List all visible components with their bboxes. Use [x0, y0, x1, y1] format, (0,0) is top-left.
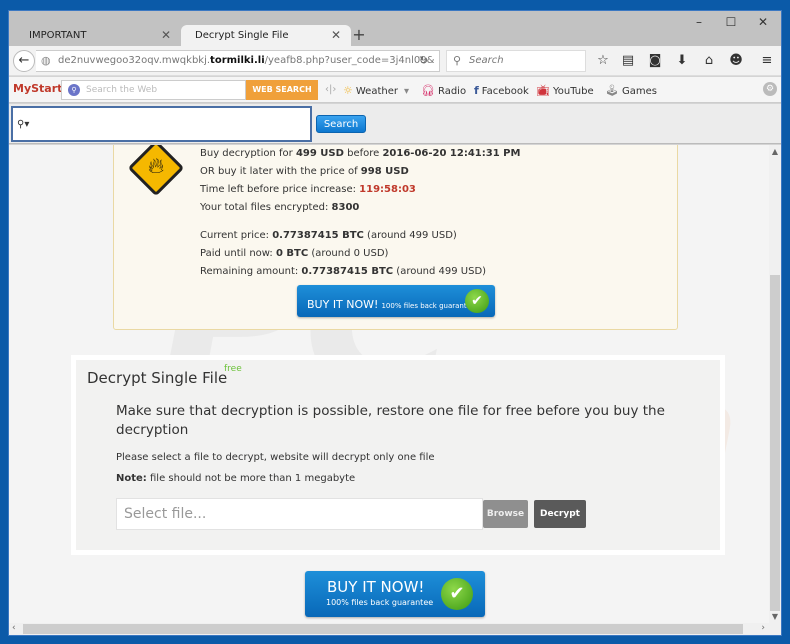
checkmark-icon: ✔	[465, 289, 489, 313]
close-tab-icon[interactable]: ✕	[161, 28, 171, 42]
page-content: PC risk.com 🔥︎ Buy decryption for 499 US…	[9, 145, 769, 623]
tv-icon: 📺︎	[536, 84, 550, 97]
maximize-icon[interactable]: ☐	[721, 15, 741, 29]
price-line: Buy decryption for 499 USD before 2016-0…	[200, 148, 521, 159]
url-prefix: de2nuvwegoo32oqv.mwqkbkj.	[58, 55, 211, 66]
horizontal-scroll-thumb[interactable]	[23, 624, 743, 634]
joystick-icon: 🕹︎	[605, 84, 619, 97]
current-price-line: Current price: 0.77387415 BTC (around 49…	[200, 230, 457, 241]
scroll-left-icon[interactable]: ‹	[12, 623, 16, 633]
toolbar-youtube[interactable]: 📺︎ YouTube	[536, 84, 594, 97]
tab-label: IMPORTANT	[29, 30, 87, 41]
sun-icon: ☼	[343, 84, 353, 97]
facebook-label: Facebook	[481, 86, 529, 97]
close-icon[interactable]: ✕	[753, 15, 773, 29]
code-divider-icon: ‹|›	[325, 84, 337, 95]
decrypt-single-file-panel: Decrypt Single File free Make sure that …	[71, 355, 725, 555]
pocket-icon[interactable]: ◙	[646, 53, 664, 68]
mystart-search-placeholder: Search the Web	[86, 85, 158, 95]
later-price-line: OR buy it later with the price of 998 US…	[200, 166, 409, 177]
buy-now-sublabel: 100% files back guarantee	[381, 302, 476, 310]
mystart-search-input[interactable]: ⚲ Search the Web	[61, 80, 246, 100]
free-badge: free	[224, 364, 242, 374]
url-domain: tormilki.li	[210, 55, 265, 66]
toolbar-games[interactable]: 🕹︎ Games	[605, 84, 657, 97]
files-encrypted-line: Your total files encrypted: 8300	[200, 202, 360, 213]
browse-button[interactable]: Browse	[483, 500, 528, 528]
radio-label: Radio	[437, 86, 467, 97]
url-path: /yeafb8.php?user_code=3j4nl09&	[264, 55, 435, 66]
remaining-line: Remaining amount: 0.77387415 BTC (around…	[200, 266, 487, 277]
file-size-note: Note: file should not be more than 1 meg…	[116, 473, 356, 484]
panel-lead-text: Make sure that decryption is possible, r…	[116, 403, 665, 438]
mystart-logo[interactable]: MyStart	[13, 82, 62, 95]
select-file-instructions: Please select a file to decrypt, website…	[116, 452, 435, 463]
navigation-bar: ← ◍ de2nuvwegoo32oqv.mwqkbkj.tormilki.li…	[9, 46, 781, 76]
select-file-input[interactable]: Select file...	[116, 498, 483, 530]
youtube-label: YouTube	[552, 86, 594, 97]
download-icon[interactable]: ⬇	[673, 53, 691, 68]
plus-icon[interactable]: +	[349, 25, 369, 44]
toolbar-weather[interactable]: ☼ Weather ▾	[343, 84, 409, 97]
paid-line: Paid until now: 0 BTC (around 0 USD)	[200, 248, 389, 259]
countdown-timer: 119:58:03	[359, 184, 416, 195]
weather-label: Weather	[355, 86, 398, 97]
mystart-logo-text: MyStart	[13, 82, 63, 95]
custom-search-input[interactable]: ⚲▾	[11, 106, 312, 142]
home-icon[interactable]: ⌂	[700, 53, 718, 68]
payment-panel: 🔥︎ Buy decryption for 499 USD before 201…	[113, 145, 678, 330]
close-tab-icon[interactable]: ✕	[331, 28, 341, 42]
vertical-scroll-thumb[interactable]	[770, 275, 780, 611]
buy-now-large-button[interactable]: BUY IT NOW! 100% files back guarantee ✔	[305, 571, 485, 617]
web-search-button[interactable]: WEB SEARCH	[246, 80, 318, 100]
smiley-icon[interactable]: ☻	[727, 53, 745, 68]
tab-label: Decrypt Single File	[195, 30, 289, 41]
scroll-up-icon[interactable]: ▲	[769, 147, 781, 156]
checkmark-icon: ✔	[441, 578, 473, 610]
back-arrow-icon[interactable]: ←	[13, 50, 35, 72]
buy-now-button[interactable]: BUY IT NOW! 100% files back guarantee ✔	[297, 285, 495, 317]
payment-details: Buy decryption for 499 USD before 2016-0…	[200, 145, 520, 281]
tab-important[interactable]: IMPORTANT ✕	[11, 25, 181, 46]
timer-line: Time left before price increase: 119:58:…	[200, 184, 416, 195]
chevron-down-icon[interactable]: ▾	[404, 86, 409, 97]
gear-icon[interactable]: ⚙	[763, 82, 777, 96]
games-label: Games	[621, 86, 657, 97]
search-icon: ⚲▾	[17, 119, 30, 130]
url-bar[interactable]: ◍ de2nuvwegoo32oqv.mwqkbkj.tormilki.li/y…	[36, 50, 440, 72]
browser-window: IMPORTANT ✕ Decrypt Single File ✕ + – ☐ …	[8, 10, 782, 636]
search-icon: ⚲	[453, 54, 462, 67]
scroll-down-icon[interactable]: ▼	[769, 612, 781, 621]
vertical-scrollbar[interactable]: ▲ ▼	[769, 145, 781, 623]
menu-icon[interactable]: ≡	[758, 53, 776, 68]
scroll-right-icon[interactable]: ›	[761, 623, 765, 633]
search-icon: ⚲	[68, 84, 80, 96]
toolbar-radio[interactable]: 🎧︎ Radio	[421, 84, 466, 97]
facebook-icon: f	[474, 84, 479, 97]
toolbar-facebook[interactable]: f Facebook	[474, 84, 529, 97]
mystart-toolbar: MyStart ⚲ Search the Web WEB SEARCH ‹|› …	[9, 77, 781, 103]
bookmark-star-icon[interactable]: ☆	[594, 53, 612, 68]
custom-search-button[interactable]: Search	[316, 115, 366, 133]
decrypt-button[interactable]: Decrypt	[534, 500, 586, 528]
reload-icon[interactable]: ↻	[419, 54, 428, 67]
globe-icon: ◍	[41, 54, 51, 67]
minimize-icon[interactable]: –	[689, 15, 709, 29]
buy-now-label: BUY IT NOW!	[307, 298, 379, 311]
reading-list-icon[interactable]: ▤	[619, 53, 637, 68]
search-placeholder: Search	[469, 55, 504, 66]
browser-search-input[interactable]: ⚲ Search	[446, 50, 586, 72]
buy-now-large-label: BUY IT NOW!	[327, 578, 425, 596]
panel-title: Decrypt Single File	[87, 369, 228, 387]
horizontal-scrollbar[interactable]: ‹ ›	[9, 623, 781, 635]
custom-search-toolbar: ⚲▾ Search	[9, 104, 781, 144]
buy-now-large-sublabel: 100% files back guarantee	[326, 598, 434, 607]
tab-bar: IMPORTANT ✕ Decrypt Single File ✕ + – ☐ …	[9, 11, 781, 46]
headphones-icon: 🎧︎	[421, 84, 435, 97]
tab-decrypt-single-file[interactable]: Decrypt Single File ✕	[181, 25, 351, 46]
flame-icon: 🔥︎	[148, 154, 165, 179]
